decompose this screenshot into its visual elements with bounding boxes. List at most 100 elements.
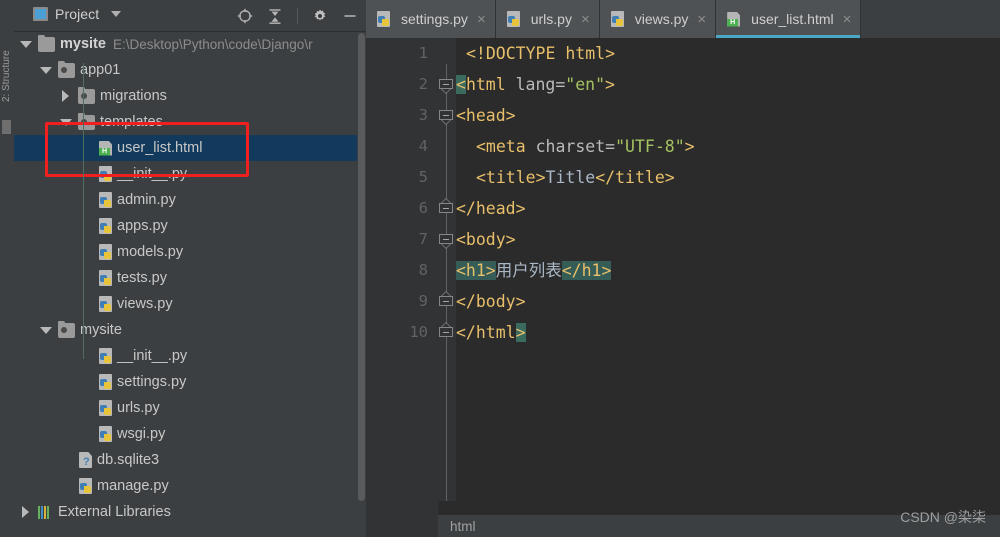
tree-row[interactable]: wsgi.py <box>14 421 366 447</box>
chevron-down-icon[interactable] <box>111 11 122 17</box>
tree-row[interactable]: mysite E:\Desktop\Python\code\Django\r <box>14 31 366 57</box>
project-tool-window: Project mysite E:\Desktop\Python\code\Dj… <box>14 0 367 537</box>
project-panel-header: Project <box>14 0 366 32</box>
tree-node-label: settings.py <box>117 374 187 390</box>
tree-node-label: apps.py <box>117 218 168 234</box>
tree-row[interactable]: __init__.py <box>14 161 366 187</box>
code-line[interactable]: <title>Title</title> <box>476 162 675 193</box>
editor-tab-label: views.py <box>634 11 689 27</box>
editor-tab[interactable]: user_list.html × <box>716 0 862 38</box>
tree-row[interactable]: tests.py <box>14 265 366 291</box>
tree-row[interactable]: manage.py <box>14 473 366 499</box>
tree-node-label: manage.py <box>97 478 169 494</box>
tree-row[interactable]: models.py <box>14 239 366 265</box>
breadcrumb-html[interactable]: html <box>450 519 476 534</box>
tree-row[interactable]: views.py <box>14 291 366 317</box>
project-tree-scrollbar[interactable] <box>357 33 366 503</box>
fold-collapse-icon[interactable] <box>439 110 454 125</box>
tree-arrow-spacer <box>80 246 92 258</box>
close-icon[interactable]: × <box>581 12 590 27</box>
library-icon <box>38 505 53 519</box>
code-line[interactable]: <!DOCTYPE html> <box>466 38 615 69</box>
tree-node-label: tests.py <box>117 270 167 286</box>
folder-icon <box>38 34 55 52</box>
code-token: <h1> <box>456 261 496 280</box>
line-number: 5 <box>418 168 428 186</box>
fold-collapse-icon[interactable] <box>439 79 454 94</box>
close-icon[interactable]: × <box>843 12 852 27</box>
expand-arrow-icon[interactable] <box>40 324 52 336</box>
project-panel-title: Project <box>55 6 100 22</box>
tree-node-label: views.py <box>117 296 173 312</box>
code-line[interactable]: <body> <box>456 224 516 255</box>
tree-row[interactable]: app01 <box>14 57 366 83</box>
locate-icon[interactable] <box>237 8 253 24</box>
editor-tab-bar[interactable]: settings.py×urls.py×views.py×user_list.h… <box>366 0 1000 38</box>
tree-row[interactable]: apps.py <box>14 213 366 239</box>
project-file-tree[interactable]: mysite E:\Desktop\Python\code\Django\r app… <box>14 31 366 537</box>
code-token: "en" <box>565 75 606 94</box>
tree-node-label: migrations <box>100 88 167 104</box>
python-file-icon <box>99 270 112 286</box>
collapse-arrow-icon[interactable] <box>60 90 72 102</box>
code-token: Title <box>545 168 596 187</box>
code-line[interactable]: </head> <box>456 193 526 224</box>
fold-end-icon[interactable] <box>439 322 454 342</box>
code-line[interactable]: </html> <box>456 317 526 348</box>
scrollbar-thumb[interactable] <box>358 33 365 501</box>
tree-arrow-spacer <box>80 194 92 206</box>
collapse-arrow-icon[interactable] <box>20 506 32 518</box>
project-title-group[interactable]: Project <box>33 6 122 22</box>
expand-arrow-icon[interactable] <box>60 116 72 128</box>
tree-row[interactable]: mysite <box>14 317 366 343</box>
close-icon[interactable]: × <box>477 12 486 27</box>
tree-row[interactable]: templates <box>14 109 366 135</box>
code-folding-column[interactable] <box>438 38 456 501</box>
tree-arrow-spacer <box>60 480 72 492</box>
breadcrumb-gutter-pad <box>366 501 438 537</box>
fold-collapse-icon[interactable] <box>439 234 454 249</box>
structure-tool-tab[interactable]: 2: Structure <box>0 30 14 102</box>
code-line[interactable]: <meta charset="UTF-8"> <box>476 131 695 162</box>
tree-row[interactable]: External Libraries <box>14 499 366 525</box>
editor-gutter: 1 2 3 4 5 6 7 8 9 10 <box>366 38 438 501</box>
expand-arrow-icon[interactable] <box>40 64 52 76</box>
python-file-icon <box>610 11 624 27</box>
source-folder-icon <box>78 112 95 130</box>
tree-row[interactable]: user_list.html <box>14 135 366 161</box>
fold-end-icon[interactable] <box>439 291 454 311</box>
tree-row[interactable]: migrations <box>14 83 366 109</box>
tree-row[interactable]: __init__.py <box>14 343 366 369</box>
tool-strip-chip[interactable] <box>2 120 11 134</box>
tree-arrow-spacer <box>80 272 92 284</box>
close-icon[interactable]: × <box>697 12 706 27</box>
collapse-all-icon[interactable] <box>267 8 283 24</box>
editor-tab[interactable]: views.py × <box>599 0 717 38</box>
tree-arrow-spacer <box>80 350 92 362</box>
code-line[interactable]: <html lang="en"> <box>456 69 615 100</box>
csdn-watermark: CSDN @染柒 <box>900 509 986 525</box>
code-line[interactable]: <head> <box>456 100 516 131</box>
source-folder-icon <box>58 320 75 338</box>
expand-arrow-icon[interactable] <box>20 38 32 50</box>
editor-tab[interactable]: urls.py × <box>495 0 600 38</box>
gear-icon[interactable] <box>312 8 328 24</box>
code-line[interactable]: <h1>用户列表</h1> <box>456 255 612 286</box>
code-editor-content[interactable]: <!DOCTYPE html> <html lang="en"> <head> <me… <box>456 38 1000 501</box>
minimize-icon[interactable] <box>342 8 358 24</box>
tab-bar-filler <box>861 0 1000 38</box>
source-folder-icon <box>78 86 95 104</box>
tree-row[interactable]: admin.py <box>14 187 366 213</box>
tree-node-label: templates <box>100 114 163 130</box>
tree-row[interactable]: db.sqlite3 <box>14 447 366 473</box>
code-token: <!DOCTYPE html> <box>466 44 616 63</box>
tree-arrow-spacer <box>80 376 92 388</box>
tree-row[interactable]: urls.py <box>14 395 366 421</box>
tree-row[interactable]: settings.py <box>14 369 366 395</box>
line-number: 2 <box>418 75 428 93</box>
tree-node-label: admin.py <box>117 192 176 208</box>
code-token: </h1> <box>561 261 612 280</box>
code-line[interactable]: </body> <box>456 286 526 317</box>
fold-end-icon[interactable] <box>439 198 454 218</box>
editor-tab[interactable]: settings.py × <box>366 0 496 38</box>
